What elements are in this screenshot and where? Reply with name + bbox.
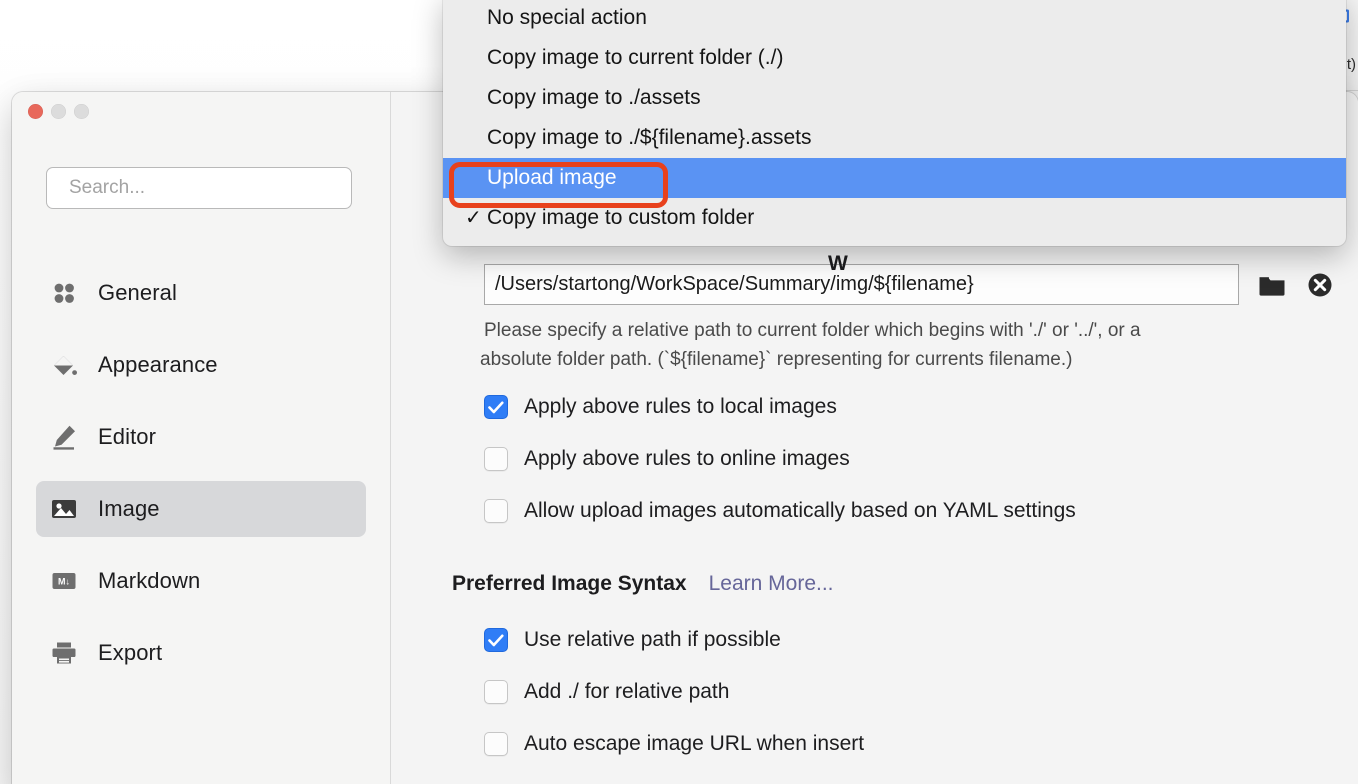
syntax-section-header: Preferred Image Syntax Learn More... <box>452 572 834 596</box>
menu-check-icon: ✓ <box>465 207 482 229</box>
menu-item-label: Copy image to custom folder <box>487 206 755 229</box>
pencil-icon <box>50 422 84 452</box>
checkbox-label: Add ./ for relative path <box>524 680 730 703</box>
maximize-button[interactable] <box>74 104 89 119</box>
close-button[interactable] <box>28 104 43 119</box>
background-cut-text: t) <box>1346 56 1356 73</box>
checkbox-label: Allow upload images automatically based … <box>524 499 1076 522</box>
checkbox-row-apply-local[interactable]: Apply above rules to local images <box>484 392 1076 422</box>
menu-item-label: Upload image <box>487 166 617 189</box>
insert-action-dropdown-menu[interactable]: No special action Copy image to current … <box>443 0 1346 246</box>
svg-text:M↓: M↓ <box>58 576 70 586</box>
custom-folder-row: /Users/startong/WorkSpace/Summary/img/${… <box>484 264 1344 305</box>
checkbox-use-relative-path[interactable] <box>484 628 508 652</box>
syntax-checkbox-group: Use relative path if possible Add ./ for… <box>484 625 864 781</box>
sidebar-item-editor[interactable]: Editor <box>36 409 366 465</box>
folder-icon[interactable] <box>1257 270 1287 300</box>
screen-root: t) Search... General Appearance Editor I… <box>0 0 1358 784</box>
checkbox-row-yaml-auto-upload[interactable]: Allow upload images automatically based … <box>484 496 1076 526</box>
checkbox-label: Auto escape image URL when insert <box>524 732 865 755</box>
menu-item-label: Copy image to ./assets <box>487 86 701 109</box>
hint-line-1: Please specify a relative path to curren… <box>484 320 1141 341</box>
hint-line-2: absolute folder path. (`${filename}` rep… <box>480 349 1073 370</box>
sidebar-item-image[interactable]: Image <box>36 481 366 537</box>
checkbox-apply-local[interactable] <box>484 395 508 419</box>
checkbox-label: Use relative path if possible <box>524 628 781 651</box>
custom-folder-input[interactable]: /Users/startong/WorkSpace/Summary/img/${… <box>484 264 1239 305</box>
menu-item-no-special-action[interactable]: No special action <box>443 0 1346 38</box>
window-controls <box>28 104 89 119</box>
checkbox-auto-escape-url[interactable] <box>484 732 508 756</box>
menu-item-label: No special action <box>487 6 647 29</box>
insert-section-title: W <box>828 252 848 275</box>
rules-checkbox-group: Apply above rules to local images Apply … <box>484 392 1076 548</box>
checkbox-row-auto-escape[interactable]: Auto escape image URL when insert <box>484 729 864 759</box>
checkbox-row-relative-path[interactable]: Use relative path if possible <box>484 625 864 655</box>
paint-bucket-icon <box>50 350 84 380</box>
checkbox-label: Apply above rules to local images <box>524 395 837 418</box>
menu-item-upload-image[interactable]: Upload image <box>443 158 1346 198</box>
checkbox-label: Apply above rules to online images <box>524 447 850 470</box>
search-input[interactable]: Search... <box>46 167 352 209</box>
menu-item-copy-assets[interactable]: Copy image to ./assets <box>443 78 1346 118</box>
sidebar-item-label: Export <box>98 640 163 665</box>
learn-more-link[interactable]: Learn More... <box>709 572 834 596</box>
sidebar-item-label: General <box>98 280 177 305</box>
image-icon <box>50 494 84 524</box>
sidebar-item-export[interactable]: Export <box>36 625 366 681</box>
minimize-button[interactable] <box>51 104 66 119</box>
menu-item-copy-current-folder[interactable]: Copy image to current folder (./) <box>443 38 1346 78</box>
search-placeholder: Search... <box>69 177 146 198</box>
menu-item-label: Copy image to current folder (./) <box>487 46 784 69</box>
sidebar-item-label: Editor <box>98 424 157 449</box>
section-title: Preferred Image Syntax <box>452 572 687 595</box>
grid-dots-icon <box>50 278 84 308</box>
sidebar-nav: General Appearance Editor Image M↓ Markd… <box>12 265 390 697</box>
sidebar-item-label: Markdown <box>98 568 201 593</box>
menu-item-copy-filename-assets[interactable]: Copy image to ./${filename}.assets <box>443 118 1346 158</box>
custom-folder-hint: Please specify a relative path to curren… <box>480 316 1358 374</box>
sidebar-item-appearance[interactable]: Appearance <box>36 337 366 393</box>
printer-icon <box>50 638 84 668</box>
menu-item-copy-custom-folder[interactable]: ✓ Copy image to custom folder <box>443 198 1346 238</box>
menu-item-label: Copy image to ./${filename}.assets <box>487 126 812 149</box>
sidebar-item-markdown[interactable]: M↓ Markdown <box>36 553 366 609</box>
checkbox-row-apply-online[interactable]: Apply above rules to online images <box>484 444 1076 474</box>
checkbox-yaml-auto-upload[interactable] <box>484 499 508 523</box>
checkbox-add-dot-slash[interactable] <box>484 680 508 704</box>
checkbox-apply-online[interactable] <box>484 447 508 471</box>
sidebar-item-label: Appearance <box>98 352 218 377</box>
markdown-icon: M↓ <box>50 566 84 596</box>
sidebar-item-general[interactable]: General <box>36 265 366 321</box>
sidebar-item-label: Image <box>98 496 160 521</box>
sidebar: Search... General Appearance Editor Imag… <box>12 92 391 784</box>
clear-circle-x-icon[interactable] <box>1305 270 1335 300</box>
checkbox-row-add-dot-slash[interactable]: Add ./ for relative path <box>484 677 864 707</box>
